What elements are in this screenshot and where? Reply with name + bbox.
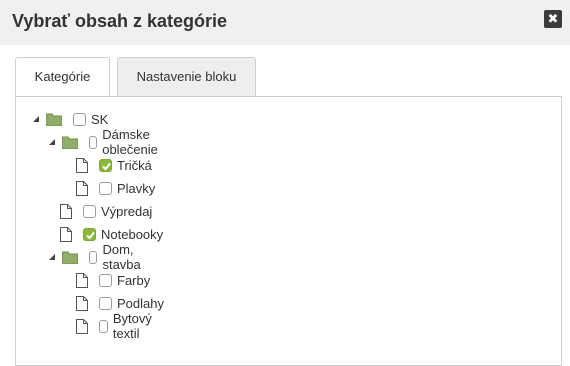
tree-node-plavky: Plavky <box>76 178 155 198</box>
checkbox-notebooky[interactable] <box>83 227 96 241</box>
checkbox-podlahy[interactable] <box>99 296 112 310</box>
tree-label: Plavky <box>117 180 156 196</box>
folder-icon <box>62 136 78 149</box>
tree-label: Dámske oblečenie <box>102 127 158 157</box>
file-icon <box>76 295 88 311</box>
category-panel: SK Dámske oblečenie Tričká Plavky Výpred… <box>15 96 562 366</box>
dialog-header: Vybrať obsah z kategórie ✖ <box>0 0 570 45</box>
file-icon <box>76 180 88 196</box>
tree-node-sk: SK <box>32 109 108 129</box>
close-icon: ✖ <box>547 11 559 26</box>
tree-label: Tričká <box>117 157 152 173</box>
checkbox-damske-oblecenie[interactable] <box>89 135 98 149</box>
checkbox-vypredaj[interactable] <box>83 204 96 218</box>
tree-label: Podlahy <box>117 295 164 311</box>
checkbox-tricka[interactable] <box>99 158 112 172</box>
checkbox-plavky[interactable] <box>99 181 112 195</box>
checkbox-sk[interactable] <box>73 112 86 126</box>
file-icon <box>76 272 88 288</box>
tree-node-dom-stavba: Dom, stavba <box>48 242 145 272</box>
tree-node-bytovy-textil: Bytový textil <box>76 311 156 341</box>
folder-icon <box>46 113 62 126</box>
expand-toggle-icon[interactable] <box>48 138 56 146</box>
tree-node-vypredaj: Výpredaj <box>60 201 152 221</box>
tree-label: Dom, stavba <box>102 242 141 272</box>
expand-toggle-icon[interactable] <box>32 115 40 123</box>
checkbox-dom-stavba[interactable] <box>89 250 98 264</box>
expand-toggle-icon[interactable] <box>48 253 56 261</box>
tree-node-tricka: Tričká <box>76 155 152 175</box>
checkbox-bytovy-textil[interactable] <box>99 319 108 333</box>
tab-nastavenie-bloku[interactable]: Nastavenie bloku <box>117 57 256 96</box>
file-icon <box>76 318 88 334</box>
tree-node-podlahy: Podlahy <box>76 293 164 313</box>
close-button[interactable]: ✖ <box>544 10 562 28</box>
folder-icon <box>62 251 78 264</box>
tab-kategorie[interactable]: Kategórie <box>15 57 110 98</box>
file-icon <box>60 226 72 242</box>
tree-node-damske-oblecenie: Dámske oblečenie <box>48 127 163 157</box>
checkbox-farby[interactable] <box>99 273 112 287</box>
tree-label: Bytový textil <box>112 311 152 341</box>
tree-label: SK <box>91 111 109 127</box>
dialog-title: Vybrať obsah z kategórie <box>12 11 228 31</box>
file-icon <box>60 203 72 219</box>
tree-label: Notebooky <box>101 226 164 242</box>
tree-label: Farby <box>117 272 151 288</box>
tree-label: Výpredaj <box>101 203 153 219</box>
tree-node-notebooky: Notebooky <box>60 224 163 244</box>
file-icon <box>76 157 88 173</box>
tree-node-farby: Farby <box>76 270 150 290</box>
